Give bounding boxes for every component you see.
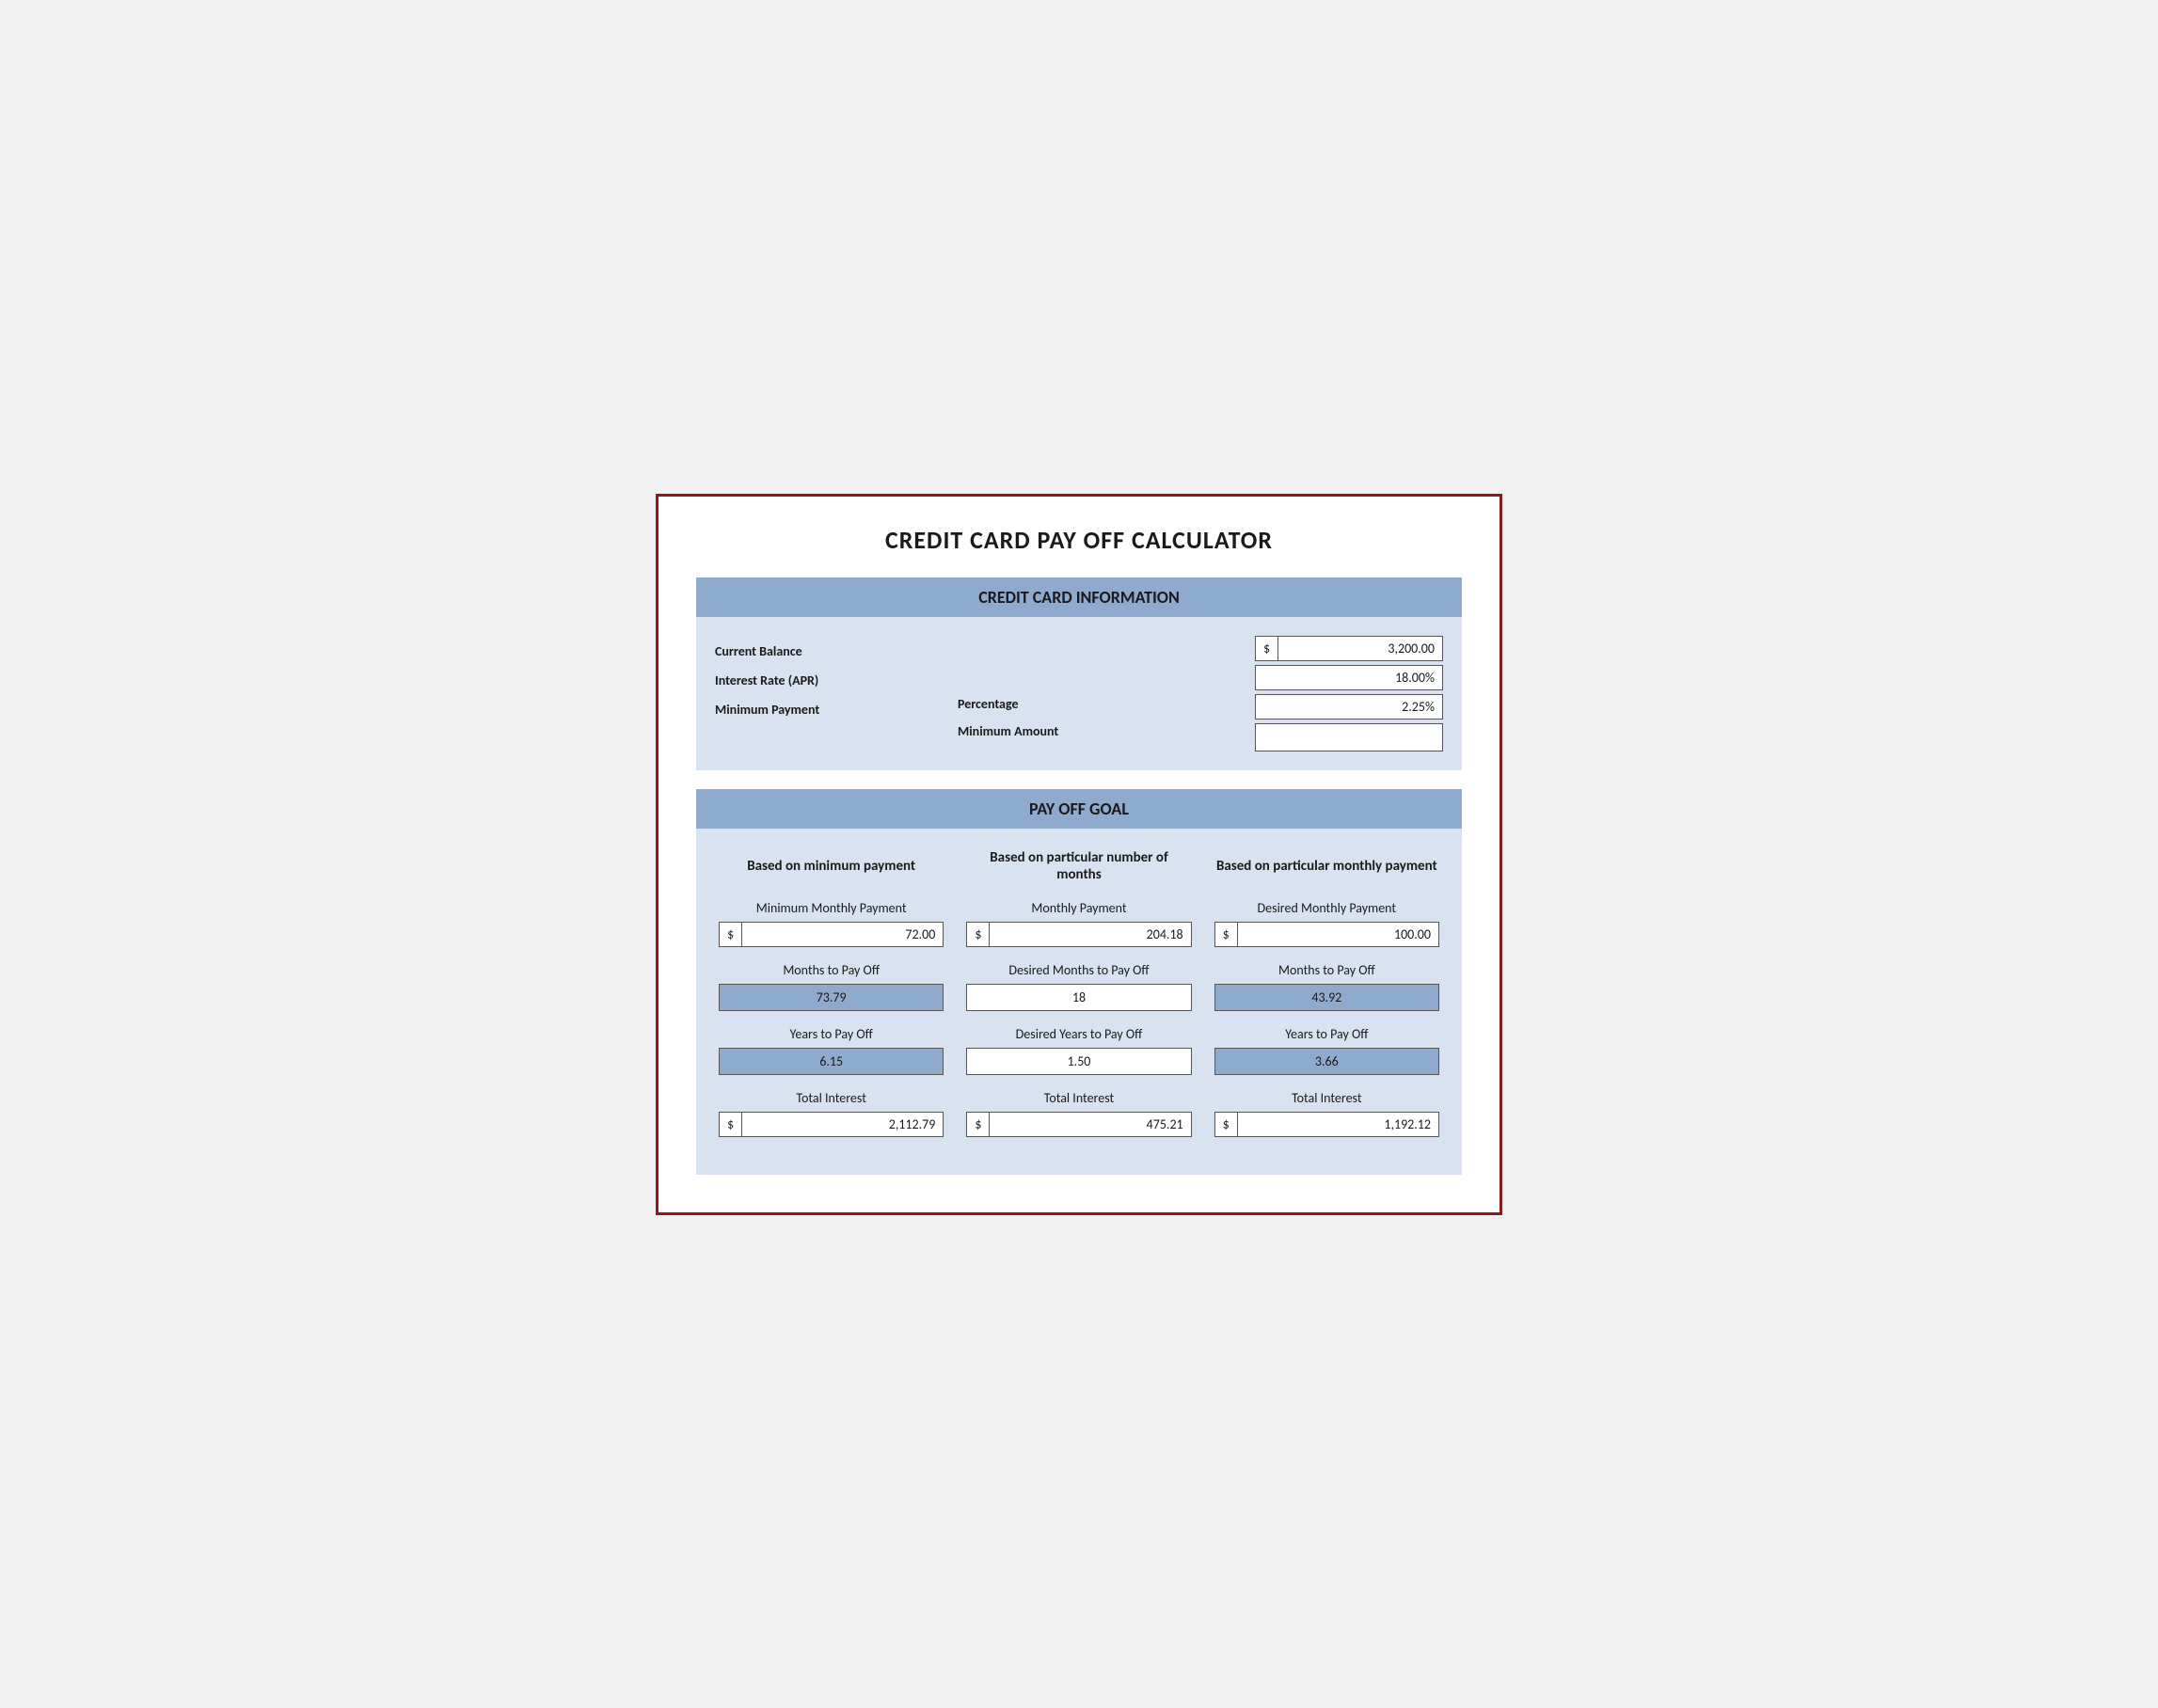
- info-labels-column: Current Balance Interest Rate (APR) Mini…: [715, 636, 958, 722]
- info-values-column: $ 3,200.00 18.00% 2.25%: [1200, 636, 1443, 751]
- info-grid: Current Balance Interest Rate (APR) Mini…: [715, 636, 1443, 751]
- payoff-col2-title: Based on particular number of months: [966, 844, 1191, 889]
- minimum-payment-label: Minimum Payment: [715, 698, 958, 721]
- col2-monthly-payment-value: 204.18: [990, 923, 1190, 946]
- col3-months-result: 43.92: [1214, 984, 1439, 1011]
- col1-total-currency: $: [720, 1113, 742, 1136]
- payoff-col3-field2-label: Years to Pay Off: [1285, 1026, 1368, 1042]
- col3-years-result: 3.66: [1214, 1048, 1439, 1075]
- payoff-col3-field1-label: Months to Pay Off: [1278, 962, 1375, 978]
- col2-monthly-payment-field[interactable]: $ 204.18: [966, 922, 1191, 947]
- min-payment-amount-field[interactable]: [1255, 723, 1443, 751]
- col1-monthly-payment-field[interactable]: $ 72.00: [719, 922, 944, 947]
- payoff-col3-field0-label: Desired Monthly Payment: [1258, 900, 1397, 916]
- payoff-col1-field2-label: Years to Pay Off: [790, 1026, 873, 1042]
- col1-monthly-payment-value: 72.00: [742, 923, 943, 946]
- col3-total-interest-value: 1,192.12: [1238, 1113, 1438, 1136]
- col3-monthly-payment-field[interactable]: $ 100.00: [1214, 922, 1439, 947]
- payoff-col1-title: Based on minimum payment: [747, 844, 915, 889]
- col1-total-interest-value: 2,112.79: [742, 1113, 943, 1136]
- payoff-section-header: PAY OFF GOAL: [696, 789, 1462, 829]
- payoff-column-minimum: Based on minimum payment Minimum Monthly…: [707, 844, 955, 1152]
- percentage-label: Percentage: [958, 692, 1200, 716]
- col1-currency-symbol: $: [720, 923, 742, 946]
- payoff-grid: Based on minimum payment Minimum Monthly…: [696, 829, 1462, 1175]
- col3-currency-symbol: $: [1215, 923, 1238, 946]
- info-middle-column: Percentage Minimum Amount: [958, 636, 1200, 743]
- interest-rate-field[interactable]: 18.00%: [1255, 665, 1443, 690]
- info-section-header: CREDIT CARD INFORMATION: [696, 577, 1462, 617]
- col2-total-currency: $: [967, 1113, 990, 1136]
- payoff-col2-field3-label: Total Interest: [1044, 1090, 1115, 1106]
- min-payment-pct-field[interactable]: 2.25%: [1255, 694, 1443, 720]
- current-balance-label: Current Balance: [715, 640, 958, 663]
- current-balance-value: 3,200.00: [1278, 637, 1442, 660]
- minimum-amount-label: Minimum Amount: [958, 720, 1200, 743]
- col2-total-interest-field: $ 475.21: [966, 1112, 1191, 1137]
- col2-months-result[interactable]: 18: [966, 984, 1191, 1011]
- col1-total-interest-field: $ 2,112.79: [719, 1112, 944, 1137]
- payoff-section-body: Based on minimum payment Minimum Monthly…: [696, 829, 1462, 1175]
- info-section-body: Current Balance Interest Rate (APR) Mini…: [696, 617, 1462, 770]
- payoff-col2-field1-label: Desired Months to Pay Off: [1008, 962, 1149, 978]
- current-balance-field[interactable]: $ 3,200.00: [1255, 636, 1443, 661]
- payoff-column-monthly: Based on particular monthly payment Desi…: [1203, 844, 1451, 1152]
- col2-currency-symbol: $: [967, 923, 990, 946]
- payoff-col1-field1-label: Months to Pay Off: [783, 962, 880, 978]
- payoff-col2-field0-label: Monthly Payment: [1031, 900, 1126, 916]
- payoff-col2-field2-label: Desired Years to Pay Off: [1016, 1026, 1143, 1042]
- col2-years-result: 1.50: [966, 1048, 1191, 1075]
- payoff-col1-field0-label: Minimum Monthly Payment: [756, 900, 907, 916]
- currency-symbol-balance: $: [1256, 637, 1278, 660]
- col3-monthly-payment-value: 100.00: [1238, 923, 1438, 946]
- main-title: CREDIT CARD PAY OFF CALCULATOR: [696, 525, 1462, 555]
- calculator-container: CREDIT CARD PAY OFF CALCULATOR CREDIT CA…: [656, 494, 1502, 1215]
- col2-total-interest-value: 475.21: [990, 1113, 1190, 1136]
- interest-rate-label: Interest Rate (APR): [715, 669, 958, 692]
- payoff-col1-field3-label: Total Interest: [796, 1090, 866, 1106]
- payoff-col3-title: Based on particular monthly payment: [1216, 844, 1437, 889]
- col3-total-interest-field: $ 1,192.12: [1214, 1112, 1439, 1137]
- payoff-column-months: Based on particular number of months Mon…: [955, 844, 1202, 1152]
- payoff-col3-field3-label: Total Interest: [1292, 1090, 1362, 1106]
- col1-years-result: 6.15: [719, 1048, 944, 1075]
- col3-total-currency: $: [1215, 1113, 1238, 1136]
- col1-months-result: 73.79: [719, 984, 944, 1011]
